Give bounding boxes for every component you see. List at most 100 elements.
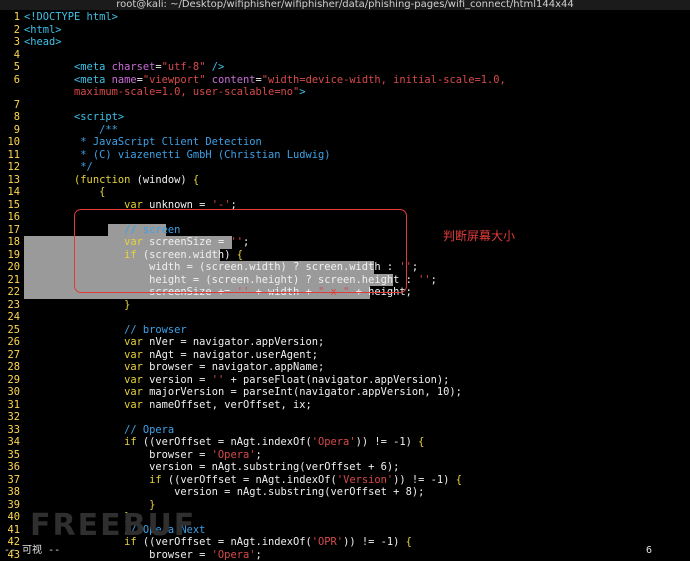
code-text: <meta charset="utf-8" /> (24, 61, 224, 74)
code-token: * JavaScript Client Detection (24, 136, 262, 148)
code-token: version = (143, 374, 212, 386)
code-text: { (24, 186, 105, 199)
code-text: (function (window) { (24, 174, 199, 187)
code-line: 25 // browser (0, 324, 690, 337)
code-text: // browser (24, 324, 187, 337)
code-token: 'Version' (337, 474, 393, 486)
code-token: * (C) viazenetti GmbH (Christian Ludwig) (24, 149, 331, 161)
code-token (24, 374, 124, 386)
code-token: */ (24, 161, 93, 173)
code-token: ((verOffset = nAgt.indexOf( (162, 474, 337, 486)
line-number: 10 (0, 136, 20, 149)
line-number: 23 (0, 299, 20, 312)
code-token: browser = (24, 449, 212, 461)
code-token: (function (74, 174, 130, 186)
code-line: 14 { (0, 186, 690, 199)
code-text: <script> (24, 111, 124, 124)
code-line: 1<!DOCTYPE html> (0, 11, 690, 24)
window-title: root@kali: ~/Desktop/wifiphisher/wifiphi… (0, 0, 690, 10)
code-line: 26 var nVer = navigator.appVersion; (0, 336, 690, 349)
code-line: 32 (0, 411, 690, 424)
code-line: 29 var version = '' + parseFloat(navigat… (0, 374, 690, 387)
code-line: 27 var nAgt = navigator.userAgent; (0, 349, 690, 362)
line-number: 27 (0, 349, 20, 362)
line-number: 7 (0, 99, 20, 112)
code-line: 30 var majorVersion = parseInt(navigator… (0, 386, 690, 399)
code-token (24, 386, 124, 398)
code-text: */ (24, 161, 93, 174)
code-text: version = nAgt.substring(verOffset + 6); (24, 461, 399, 474)
code-token (24, 336, 124, 348)
line-number: 11 (0, 149, 20, 162)
code-token: var (124, 349, 143, 361)
line-number: 38 (0, 486, 20, 499)
code-token: <meta (74, 61, 112, 73)
code-line: maximum-scale=1.0, user-scalable=no"> (0, 86, 690, 99)
line-number: 24 (0, 311, 20, 324)
line-number: 2 (0, 24, 20, 37)
code-token: var (124, 361, 143, 373)
code-token: '' (212, 374, 225, 386)
code-token: if (124, 436, 137, 448)
line-number: 39 (0, 499, 20, 512)
code-token: var (124, 386, 143, 398)
code-text: var version = '' + parseFloat(navigator.… (24, 374, 449, 387)
line-number: 40 (0, 511, 20, 524)
code-token (24, 74, 74, 86)
code-token (24, 399, 124, 411)
code-token: { (418, 436, 424, 448)
line-number: 9 (0, 124, 20, 137)
line-number: 14 (0, 186, 20, 199)
code-text: maximum-scale=1.0, user-scalable=no"> (24, 86, 306, 99)
code-text: * JavaScript Client Detection (24, 136, 262, 149)
code-token: var (124, 336, 143, 348)
line-number: 22 (0, 286, 20, 299)
code-token: > (299, 86, 305, 98)
line-number: 13 (0, 174, 20, 187)
terminal-window: root@kali: ~/Desktop/wifiphisher/wifiphi… (0, 0, 690, 557)
line-number: 34 (0, 436, 20, 449)
code-text: // Opera (24, 424, 174, 437)
code-line: 5 <meta charset="utf-8" /> (0, 61, 690, 74)
code-text: /** (24, 124, 118, 137)
code-token (24, 361, 124, 373)
code-token: /** (24, 124, 118, 136)
code-line: 12 */ (0, 161, 690, 174)
code-token: <meta (74, 74, 112, 86)
code-token: content (212, 74, 256, 86)
line-number: 17 (0, 224, 20, 237)
code-token: charset (112, 61, 156, 73)
line-number: 26 (0, 336, 20, 349)
code-text: var browser = navigator.appName; (24, 361, 324, 374)
line-number: 21 (0, 274, 20, 287)
code-text: <!DOCTYPE html> (24, 11, 118, 24)
line-number: 20 (0, 261, 20, 274)
code-token: + parseFloat(navigator.appVersion); (224, 374, 449, 386)
code-token: { (193, 174, 199, 186)
code-line: 4 (0, 49, 690, 62)
code-text: var nVer = navigator.appVersion; (24, 336, 324, 349)
code-token: <head> (24, 36, 62, 48)
code-line: 37 if ((verOffset = nAgt.indexOf('Versio… (0, 474, 690, 487)
line-number: 18 (0, 236, 20, 249)
code-token: { (24, 186, 105, 198)
line-number: 15 (0, 199, 20, 212)
code-token: majorVersion = parseInt(navigator.appVer… (143, 386, 462, 398)
vim-statusbar: -- 可视 -- 6 (0, 544, 690, 557)
code-token: } (24, 299, 130, 311)
selection-count: 6 (646, 544, 652, 557)
code-token: var (124, 374, 143, 386)
code-token: ; (412, 261, 418, 273)
code-token: )) != -1) (356, 436, 419, 448)
line-number: 35 (0, 449, 20, 462)
code-token: // Opera (24, 424, 174, 436)
line-number: 36 (0, 461, 20, 474)
code-token: "viewport" (143, 74, 206, 86)
code-token: '' (418, 274, 431, 286)
code-line: 3<head> (0, 36, 690, 49)
code-line: 13 (function (window) { (0, 174, 690, 187)
code-token: ; (255, 449, 261, 461)
line-number: 33 (0, 424, 20, 437)
line-number: 4 (0, 49, 20, 62)
code-token (24, 436, 124, 448)
